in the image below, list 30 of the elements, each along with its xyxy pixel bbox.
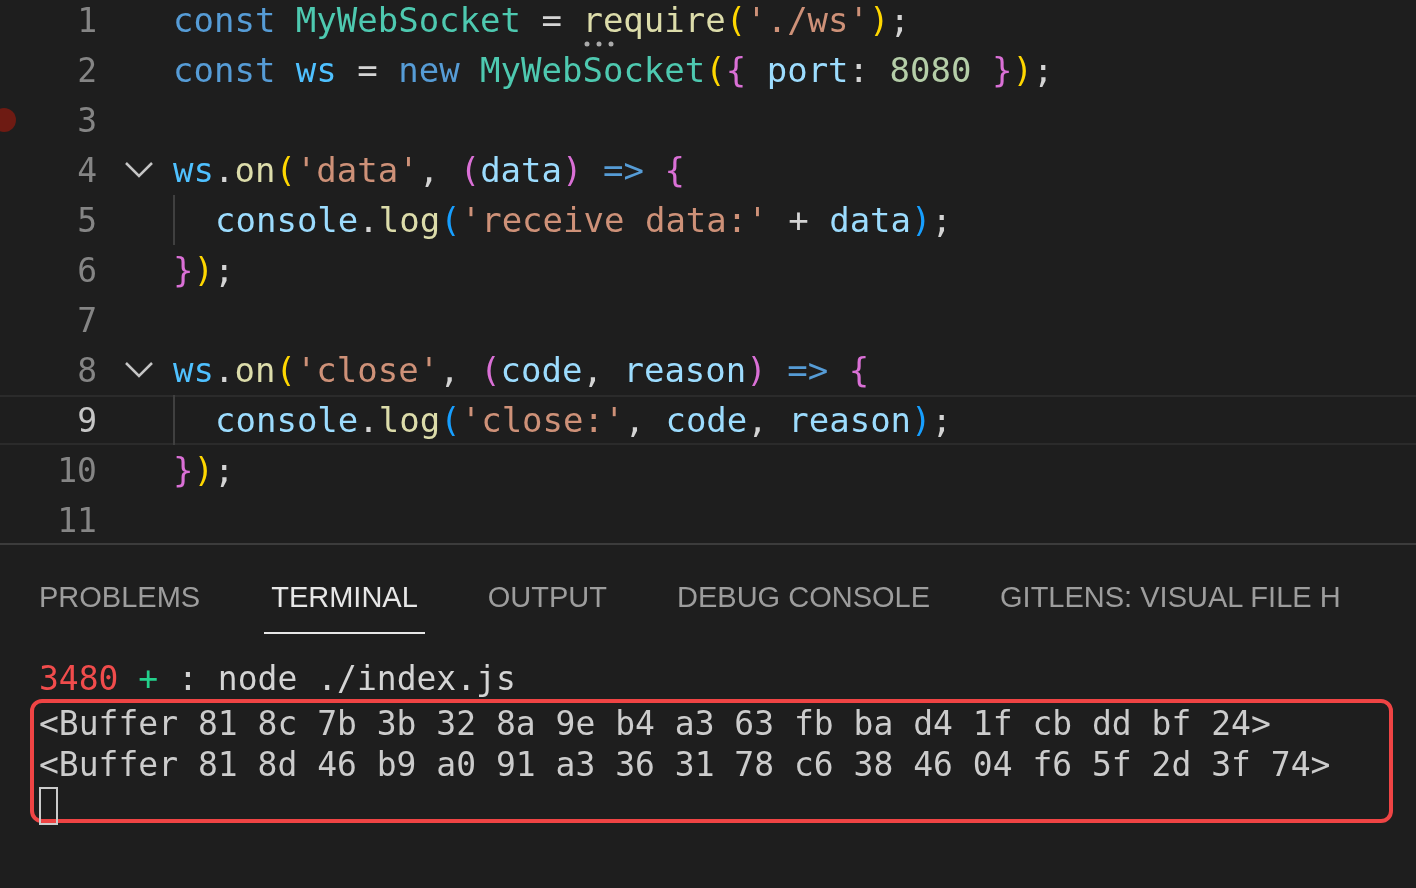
line-number: 3 xyxy=(76,100,97,140)
line-number: 9 xyxy=(76,400,97,440)
terminal-cursor xyxy=(39,787,58,825)
line-number: 5 xyxy=(76,200,97,240)
line-number: 8 xyxy=(76,350,97,390)
terminal-output: <Buffer 81 8d 46 b9 a0 91 a3 36 31 78 c6 38 46 04 f6 5f 2d 3f 74> xyxy=(39,744,1332,785)
line-number: 1 xyxy=(76,0,97,40)
code-line: ws.on('close', (code, reason) => { xyxy=(173,349,870,392)
terminal-output: <Buffer 81 8c 7b 3b 32 8a 9e b4 a3 63 fb ba d4 1f cb dd bf 24> xyxy=(39,703,1272,744)
terminal-prompt: 3480 + : node ./index.js xyxy=(39,658,517,699)
panel-tab[interactable]: TERMINAL xyxy=(264,545,425,634)
line-number: 7 xyxy=(76,300,97,340)
line-number: 11 xyxy=(56,500,97,540)
code-line: console.log('close:', code, reason); xyxy=(173,395,953,445)
line-number: 6 xyxy=(76,250,97,290)
line-number: 10 xyxy=(56,450,97,490)
panel-tab[interactable]: PROBLEMS xyxy=(39,545,201,634)
chevron-icon[interactable] xyxy=(124,361,154,379)
panel-tab[interactable]: DEBUG CONSOLE xyxy=(677,545,931,634)
code-line: }); xyxy=(173,249,235,292)
chevron-icon[interactable] xyxy=(124,161,154,179)
line-number: 2 xyxy=(76,50,97,90)
code-line: }); xyxy=(173,449,235,492)
panel-tab[interactable]: OUTPUT xyxy=(487,545,608,634)
panel-tab[interactable]: GITLENS: VISUAL FILE H xyxy=(1000,545,1341,634)
code-line: const MyWebSocket = require('./ws'); xyxy=(173,0,910,45)
line-number: 4 xyxy=(76,150,97,190)
code-line: const ws = new MyWebSocket({ port: 8080 }); xyxy=(173,49,1054,92)
code-line: ws.on('data', (data) => { xyxy=(173,149,685,192)
code-line: console.log('receive data:' + data); xyxy=(173,195,952,245)
